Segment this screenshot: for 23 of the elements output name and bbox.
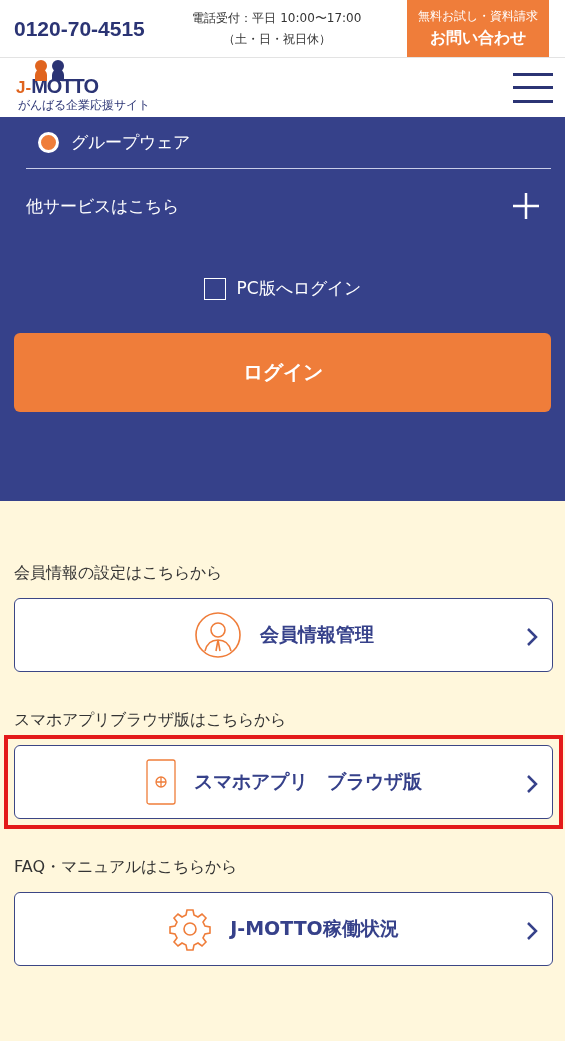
checkbox[interactable] [204,277,227,300]
link-button[interactable]: J-MOTTO稼働状況 [14,892,553,966]
hours-text: 電話受付：平日 10:00〜17:00 [192,9,362,27]
link-button[interactable]: スマホアプリ ブラウザ版 [14,745,553,819]
section-caption: 会員情報の設定はこちらから [14,563,223,584]
logo-tagline: がんばる企業応援サイト [18,97,150,112]
radio-button[interactable] [38,132,59,153]
menu-button[interactable] [513,72,553,103]
smartphone-globe-icon [145,759,176,805]
section-caption: FAQ・マニュアルはこちらから [14,857,238,878]
gear-icon [168,907,213,951]
checkbox-label: PC版へログイン [236,277,361,300]
chevron-right-icon [526,774,538,794]
logo-text: J- [16,77,32,98]
section-caption: スマホアプリブラウザ版はこちらから [14,710,287,731]
phone-number: 0120-70-4515 [14,16,145,41]
link-button[interactable]: 会員情報管理 [14,598,553,672]
radio-label: グループウェア [71,131,190,154]
chevron-right-icon [526,627,538,647]
closed-days-text: （土・日・祝日休） [222,30,331,48]
chevron-right-icon [526,921,538,941]
accordion-toggle[interactable]: 他サービスはこちら [14,169,551,219]
person-icon [193,611,242,659]
